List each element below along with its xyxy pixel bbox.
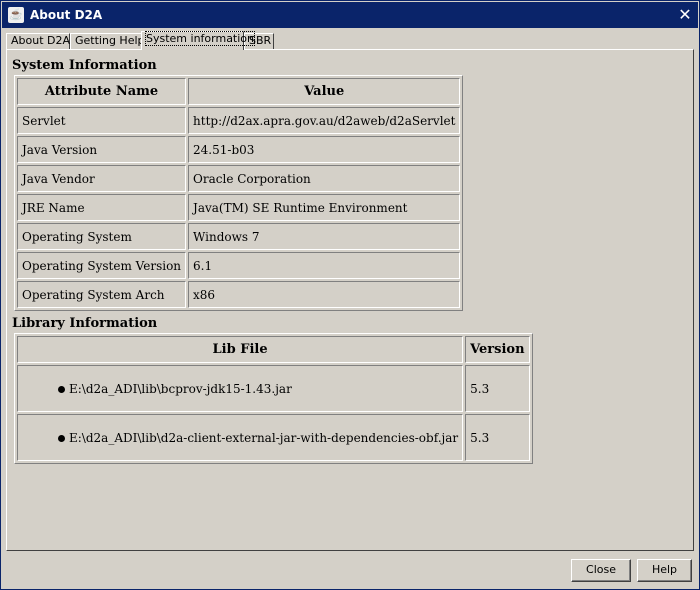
table-row: Operating System Windows 7 [17,223,461,250]
table-row: E:\d2a_ADI\lib\d2a-client-external-jar-w… [17,414,530,461]
help-button[interactable]: Help [637,559,692,582]
value-cell: 6.1 [188,252,461,279]
tab-system-information[interactable]: System information [141,31,256,50]
value-cell: http://d2ax.apra.gov.au/d2aweb/d2aServle… [188,107,461,134]
table-row: Operating System Version 6.1 [17,252,461,279]
system-info-table: Attribute Name Value Servlet http://d2ax… [14,75,464,311]
value-cell: Java(TM) SE Runtime Environment [188,194,461,221]
column-header-attribute: Attribute Name [17,78,187,105]
table-header-row: Lib File Version [17,336,530,363]
close-button[interactable]: Close [571,559,631,582]
value-cell: Oracle Corporation [188,165,461,192]
bullet-icon [58,385,65,393]
lib-file-cell: E:\d2a_ADI\lib\bcprov-jdk15-1.43.jar [17,365,464,412]
table-row: Servlet http://d2ax.apra.gov.au/d2aweb/d… [17,107,461,134]
table-row: E:\d2a_ADI\lib\bcprov-jdk15-1.43.jar 5.3 [17,365,530,412]
system-info-title: System Information [12,58,157,73]
value-cell: 24.51-b03 [188,136,461,163]
lib-file-path: E:\d2a_ADI\lib\d2a-client-external-jar-w… [69,430,459,445]
lib-file-cell: E:\d2a_ADI\lib\d2a-client-external-jar-w… [17,414,464,461]
column-header-version: Version [465,336,530,363]
column-header-value: Value [188,78,461,105]
table-row: Java Version 24.51-b03 [17,136,461,163]
table-header-row: Attribute Name Value [17,78,461,105]
attribute-cell: Java Vendor [17,165,187,192]
button-bar: Close Help [2,551,698,589]
attribute-cell: Operating System Arch [17,281,187,308]
window-title: About D2A [30,8,103,22]
tab-about-d2a[interactable]: About D2A [6,33,70,49]
about-dialog: ☕ About D2A ✕ About D2A Getting Help Sys… [0,0,700,590]
value-cell: x86 [188,281,461,308]
tab-content-panel: System Information Attribute Name Value … [6,49,694,551]
java-cup-icon: ☕ [8,7,24,23]
version-cell: 5.3 [465,365,530,412]
attribute-cell: Servlet [17,107,187,134]
table-row: Operating System Arch x86 [17,281,461,308]
library-info-title: Library Information [12,316,158,331]
library-info-table: Lib File Version E:\d2a_ADI\lib\bcprov-j… [14,333,533,464]
lib-file-path: E:\d2a_ADI\lib\bcprov-jdk15-1.43.jar [69,381,292,396]
table-row: Java Vendor Oracle Corporation [17,165,461,192]
title-bar[interactable]: ☕ About D2A ✕ [2,2,698,28]
tab-getting-help[interactable]: Getting Help [70,33,145,49]
attribute-cell: Operating System Version [17,252,187,279]
version-cell: 5.3 [465,414,530,461]
attribute-cell: Java Version [17,136,187,163]
attribute-cell: Operating System [17,223,187,250]
table-row: JRE Name Java(TM) SE Runtime Environment [17,194,461,221]
bullet-icon [58,434,65,442]
close-icon[interactable]: ✕ [676,6,694,24]
column-header-lib-file: Lib File [17,336,464,363]
value-cell: Windows 7 [188,223,461,250]
attribute-cell: JRE Name [17,194,187,221]
